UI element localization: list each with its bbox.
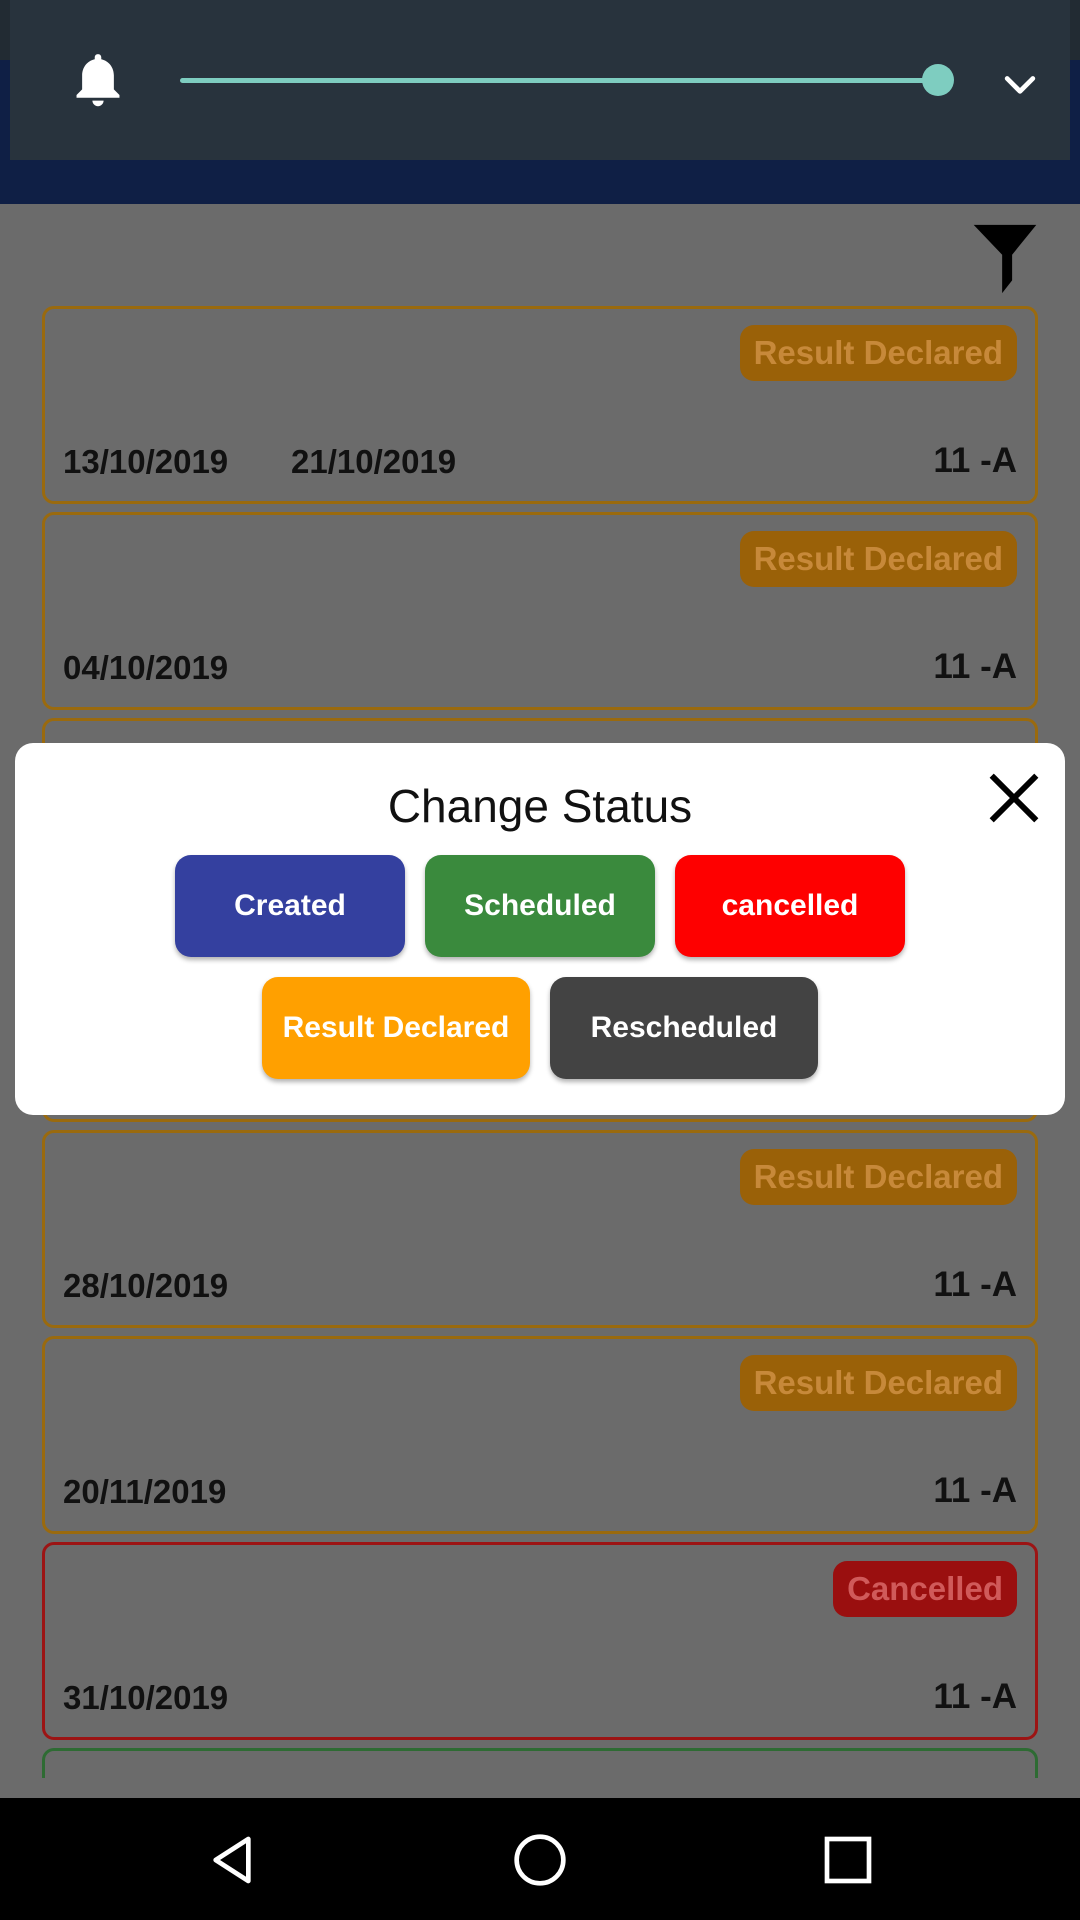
cancelled-button[interactable]: cancelled: [675, 855, 905, 957]
chevron-down-icon[interactable]: [998, 62, 1042, 106]
bell-icon[interactable]: [70, 50, 126, 112]
start-date: 04/10/2019: [63, 649, 229, 686]
result-declared-button[interactable]: Result Declared: [262, 977, 530, 1079]
status-badge: Result Declared: [739, 1149, 1017, 1205]
status-badge: Result Declared: [739, 531, 1017, 587]
class-section: 11 -A: [933, 1471, 1017, 1510]
start-date: 20/11/2019: [63, 1473, 227, 1510]
navigation-bar: [0, 1798, 1080, 1920]
status-badge: Result Declared: [739, 325, 1017, 381]
class-section: 11 -A: [933, 1265, 1017, 1304]
list-item[interactable]: Result Declared 04/10/2019 11 -A: [42, 512, 1038, 710]
created-button[interactable]: Created: [175, 855, 405, 957]
list-item[interactable]: [42, 1748, 1038, 1778]
notification-panel: [10, 0, 1070, 160]
rescheduled-button[interactable]: Rescheduled: [550, 977, 818, 1079]
status-badge: Result Declared: [739, 1355, 1017, 1411]
filter-icon[interactable]: [970, 222, 1040, 296]
recent-apps-icon[interactable]: [820, 1832, 876, 1888]
class-section: 11 -A: [933, 647, 1017, 686]
end-date: 21/10/2019: [291, 443, 457, 480]
scheduled-button[interactable]: Scheduled: [425, 855, 655, 957]
brightness-slider[interactable]: [180, 78, 940, 83]
list-item[interactable]: Result Declared 13/10/2019 21/10/2019 11…: [42, 306, 1038, 504]
class-section: 11 -A: [933, 441, 1017, 480]
list-item[interactable]: Cancelled 31/10/2019 11 -A: [42, 1542, 1038, 1740]
start-date: 31/10/2019: [63, 1679, 229, 1716]
list-item[interactable]: Result Declared 20/11/2019 11 -A: [42, 1336, 1038, 1534]
list-item[interactable]: Result Declared 28/10/2019 11 -A: [42, 1130, 1038, 1328]
start-date: 13/10/2019: [63, 443, 229, 480]
change-status-dialog: Change Status Created Scheduled cancelle…: [15, 743, 1065, 1115]
dialog-title: Change Status: [387, 780, 693, 832]
class-section: 11 -A: [933, 1677, 1017, 1716]
back-icon[interactable]: [204, 1832, 260, 1888]
home-icon[interactable]: [512, 1832, 568, 1888]
brightness-slider-thumb[interactable]: [922, 64, 954, 96]
close-icon[interactable]: [987, 771, 1041, 825]
start-date: 28/10/2019: [63, 1267, 229, 1304]
status-badge: Cancelled: [833, 1561, 1017, 1617]
